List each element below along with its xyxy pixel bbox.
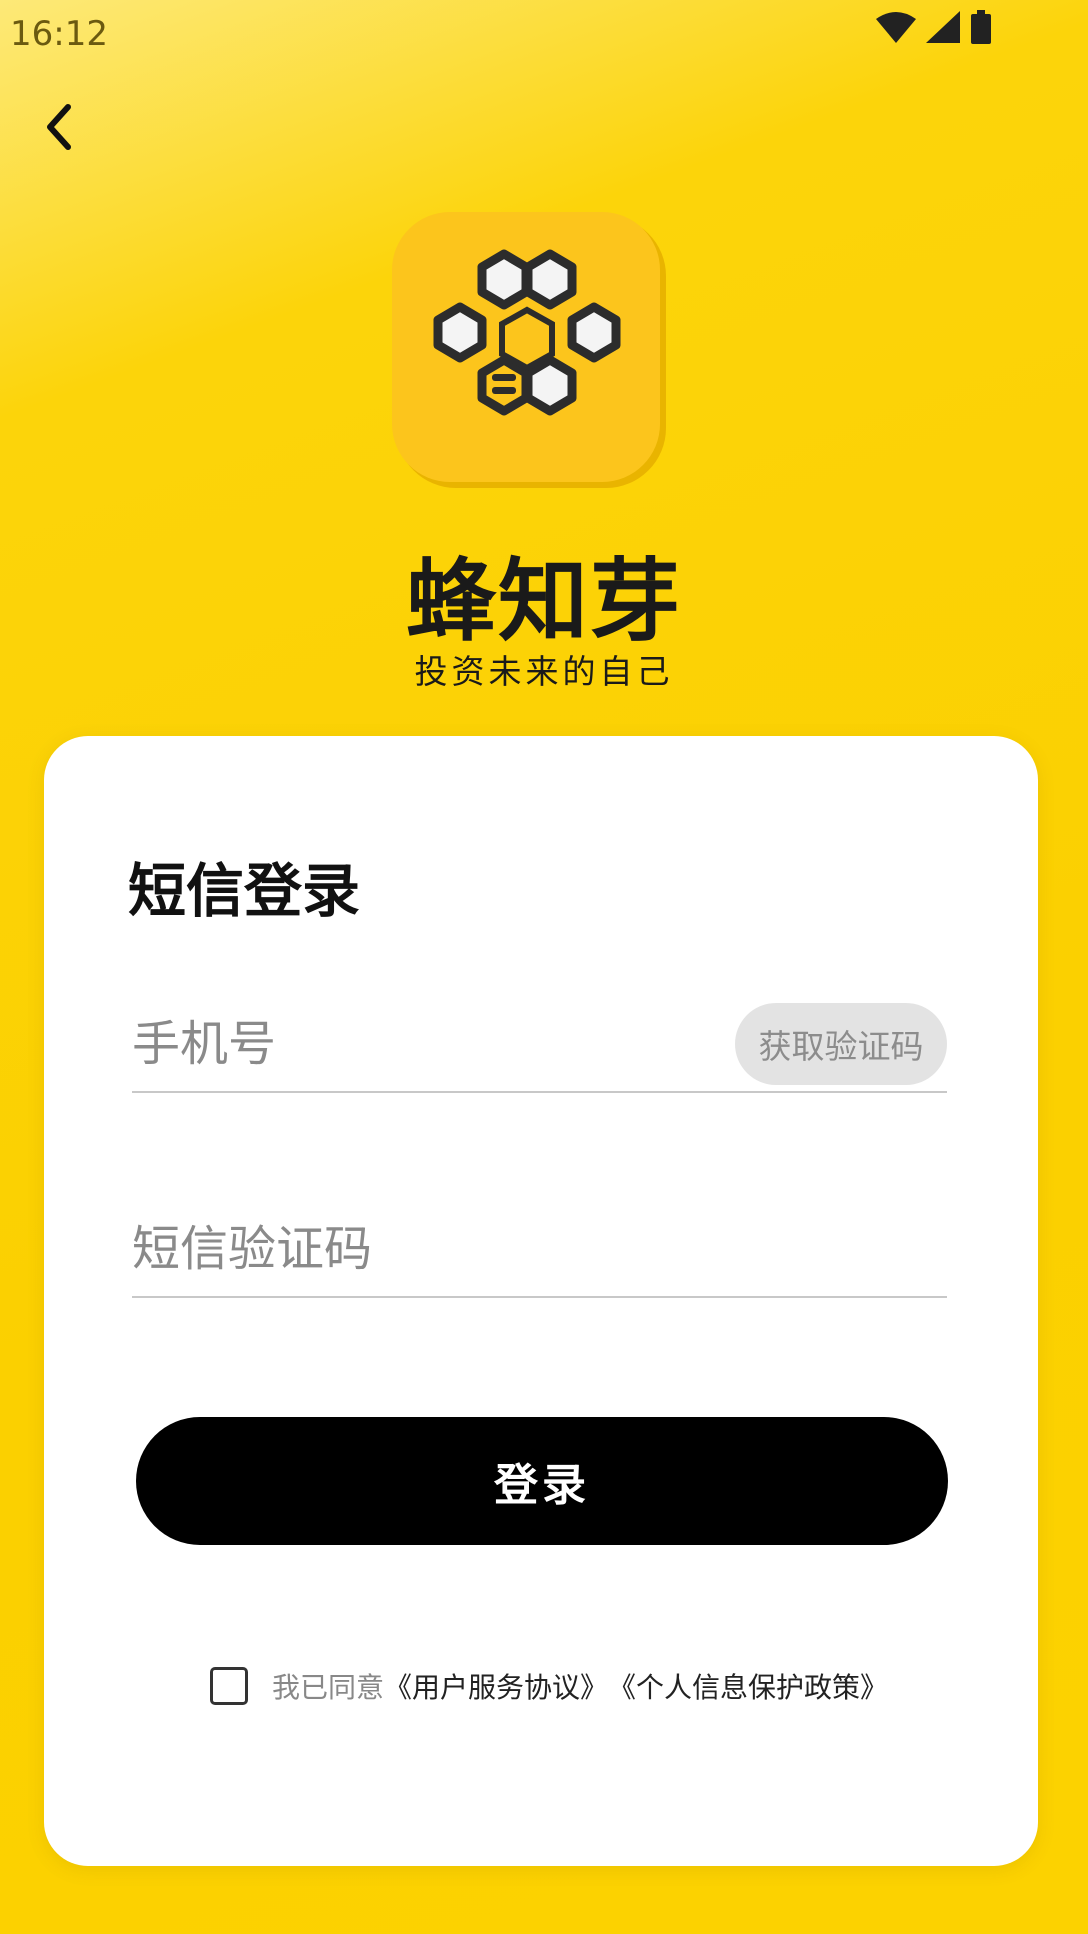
- card-title: 短信登录: [128, 857, 361, 925]
- battery-icon: [971, 10, 991, 44]
- status-bar: 16:12: [0, 0, 1088, 76]
- sms-code-input[interactable]: [132, 1214, 692, 1284]
- agreement: 我已同意 《用户服务协议》 《个人信息保护政策》: [210, 1666, 888, 1706]
- login-button[interactable]: 登录: [136, 1417, 948, 1545]
- back-button[interactable]: [30, 92, 90, 162]
- cellular-icon: [926, 11, 960, 43]
- phone-field: 获取验证码: [132, 991, 947, 1093]
- wifi-icon: [876, 12, 916, 43]
- phone-input[interactable]: [132, 1009, 692, 1079]
- chevron-left-icon: [47, 104, 71, 150]
- brand-slogan: 投资未来的自己: [414, 652, 674, 691]
- honeycomb-logo: [392, 212, 666, 488]
- user-agreement-link[interactable]: 《用户服务协议》: [384, 1666, 608, 1706]
- status-time: 16:12: [10, 14, 108, 54]
- agreement-prefix: 我已同意: [272, 1671, 385, 1704]
- privacy-policy-link[interactable]: 《个人信息保护政策》: [608, 1666, 888, 1706]
- status-icons: [876, 10, 992, 44]
- sms-code-field: [132, 1196, 947, 1298]
- brand-name: 蜂知芽: [406, 549, 682, 654]
- login-card: 短信登录 获取验证码 登录 我已同意 《用户服务协议》 《个人信息保护政策》: [44, 736, 1038, 1866]
- get-code-button[interactable]: 获取验证码: [735, 1003, 947, 1085]
- agree-checkbox[interactable]: [210, 1667, 248, 1705]
